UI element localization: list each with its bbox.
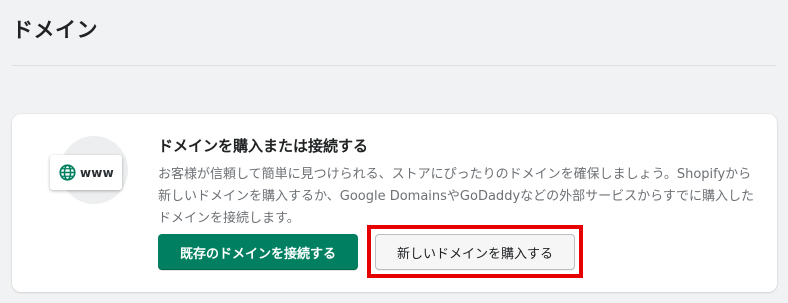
page-title: ドメイン (12, 18, 98, 42)
domain-card: www ドメインを購入または接続する お客様が信頼して簡単に見つけられる、ストア… (12, 114, 777, 292)
globe-icon (59, 164, 76, 181)
buy-new-domain-button[interactable]: 新しいドメインを購入する (375, 234, 575, 270)
header-divider (12, 65, 776, 66)
card-title: ドメインを購入または接続する (158, 137, 369, 155)
www-label: www (80, 165, 114, 180)
card-description: お客様が信頼して簡単に見つけられる、ストアにぴったりのドメインを確保しましょう。… (158, 167, 755, 226)
url-chip: www (50, 155, 122, 190)
connect-existing-domain-button[interactable]: 既存のドメインを接続する (158, 234, 358, 270)
